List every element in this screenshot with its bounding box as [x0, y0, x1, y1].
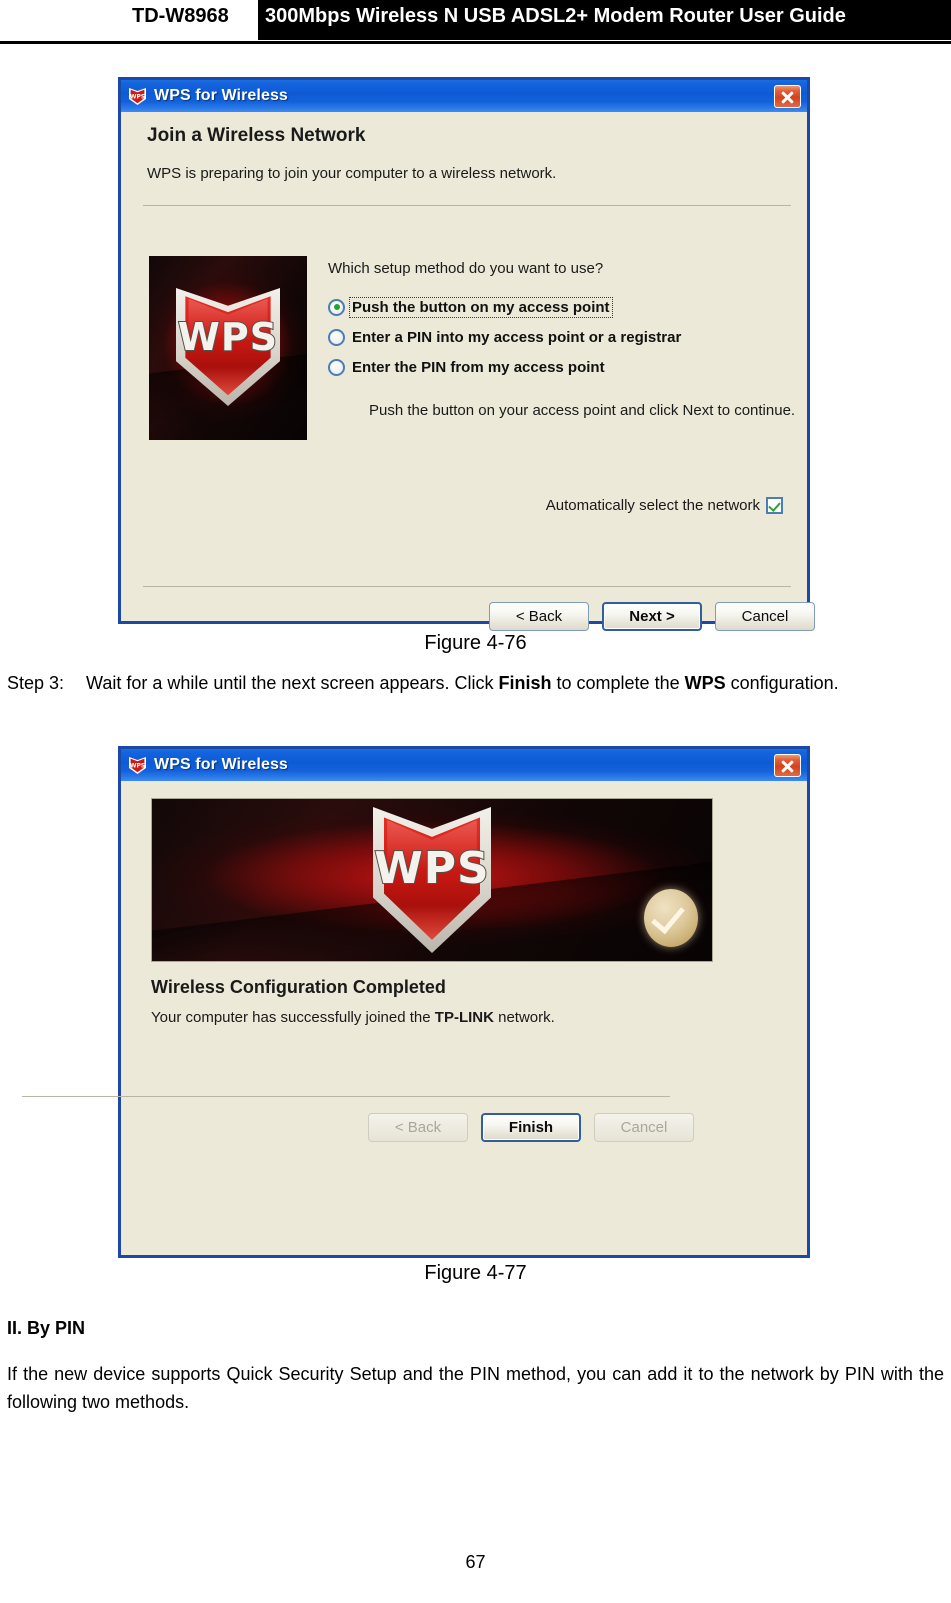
- dialog-one-button-row: < Back Next > Cancel: [489, 602, 815, 631]
- wps-shield-icon: WPS: [128, 756, 147, 775]
- shield-wordmark: WPS: [373, 843, 490, 894]
- header-divider-rule: [0, 41, 951, 44]
- dialog-two-subtitle: Your computer has successfully joined th…: [151, 1009, 555, 1026]
- step-3-bold-finish: Finish: [498, 673, 552, 693]
- auto-select-network-row[interactable]: Automatically select the network: [546, 497, 783, 514]
- step-3-text-part1: Wait for a while until the next screen a…: [86, 673, 499, 693]
- radio-option-label: Enter a PIN into my access point or a re…: [352, 328, 682, 346]
- auto-select-network-checkbox[interactable]: [766, 497, 783, 514]
- radio-push-button-option[interactable]: Push the button on my access point: [328, 295, 613, 319]
- back-button[interactable]: < Back: [368, 1113, 468, 1142]
- svg-text:WPS: WPS: [130, 93, 145, 100]
- dialog-two-bottom-divider: [22, 1096, 670, 1097]
- step-3-block: Step 3: Wait for a while until the next …: [7, 670, 944, 697]
- setup-method-hint: Push the button on your access point and…: [369, 402, 796, 419]
- setup-method-question: Which setup method do you want to use?: [328, 260, 604, 277]
- figure-4-77-caption: Figure 4-77: [424, 1262, 527, 1284]
- back-button[interactable]: < Back: [489, 602, 589, 631]
- cancel-button[interactable]: Cancel: [715, 602, 815, 631]
- dialog-one-body: Join a Wireless Network WPS is preparing…: [121, 112, 815, 631]
- dialog-one-titlebar[interactable]: WPS WPS for Wireless: [121, 80, 807, 112]
- radio-button-icon[interactable]: [328, 328, 345, 346]
- document-running-header: TD-W8968 300Mbps Wireless N USB ADSL2+ M…: [0, 0, 951, 44]
- auto-select-network-label: Automatically select the network: [545, 497, 760, 514]
- close-icon[interactable]: [774, 84, 801, 108]
- dialog-two-button-row: < Back Finish Cancel: [368, 1113, 694, 1142]
- dialog-one-top-divider: [143, 205, 791, 206]
- next-button[interactable]: Next >: [602, 602, 702, 631]
- wps-banner-artwork: WPS: [151, 798, 713, 962]
- radio-button-icon[interactable]: [328, 298, 345, 316]
- cancel-button[interactable]: Cancel: [594, 1113, 694, 1142]
- success-check-icon: [644, 889, 698, 947]
- radio-enter-pin-from-ap-option[interactable]: Enter the PIN from my access point: [328, 355, 607, 379]
- step-3-bold-wps: WPS: [684, 673, 726, 693]
- wps-shield-icon: WPS: [128, 87, 147, 106]
- radio-enter-pin-into-ap-option[interactable]: Enter a PIN into my access point or a re…: [328, 325, 683, 349]
- header-document-title: 300Mbps Wireless N USB ADSL2+ Modem Rout…: [265, 5, 846, 27]
- finish-button[interactable]: Finish: [481, 1113, 581, 1142]
- subtitle-part2: network.: [493, 1009, 555, 1026]
- radio-button-icon[interactable]: [328, 358, 345, 376]
- dialog-two-heading: Wireless Configuration Completed: [151, 977, 446, 997]
- wps-join-network-dialog: WPS WPS for Wireless Join a Wireless Net…: [118, 77, 815, 631]
- dialog-one-subtitle: WPS is preparing to join your computer t…: [147, 165, 557, 182]
- shield-wordmark: WPS: [177, 315, 279, 359]
- subtitle-part1: Your computer has successfully joined th…: [151, 1009, 435, 1026]
- step-3-text: Wait for a while until the next screen a…: [86, 670, 944, 697]
- step-3-text-part2: to complete the: [551, 673, 685, 693]
- radio-option-label: Push the button on my access point: [349, 296, 613, 318]
- dialog-two-title: WPS for Wireless: [154, 756, 288, 773]
- dialog-one-bottom-divider: [143, 586, 791, 587]
- dialog-two-body: WPS Wireless Configuration Completed You…: [121, 781, 807, 1255]
- dialog-one-heading: Join a Wireless Network: [147, 125, 366, 146]
- wps-configuration-completed-dialog: WPS WPS for Wireless WPS Wireless Config…: [118, 746, 810, 1258]
- subtitle-network-name: TP-LINK: [434, 1009, 494, 1026]
- section-paragraph-by-pin: If the new device supports Quick Securit…: [7, 1364, 944, 1412]
- page-number: 67: [465, 1552, 486, 1572]
- step-3-text-part3: configuration.: [725, 673, 839, 693]
- wps-logo-artwork: WPS: [149, 256, 307, 440]
- wps-shield-graphic: WPS: [176, 288, 280, 406]
- radio-option-label: Enter the PIN from my access point: [352, 358, 605, 376]
- dialog-one-title: WPS for Wireless: [154, 87, 288, 104]
- dialog-two-titlebar[interactable]: WPS WPS for Wireless: [121, 749, 807, 781]
- wps-shield-graphic: WPS: [373, 807, 491, 953]
- step-3-label: Step 3:: [7, 673, 65, 693]
- close-icon[interactable]: [774, 753, 801, 777]
- section-heading-by-pin: II. By PIN: [7, 1318, 86, 1338]
- header-model-name: TD-W8968: [132, 5, 229, 27]
- figure-4-76-caption: Figure 4-76: [424, 632, 527, 654]
- svg-text:WPS: WPS: [130, 762, 145, 769]
